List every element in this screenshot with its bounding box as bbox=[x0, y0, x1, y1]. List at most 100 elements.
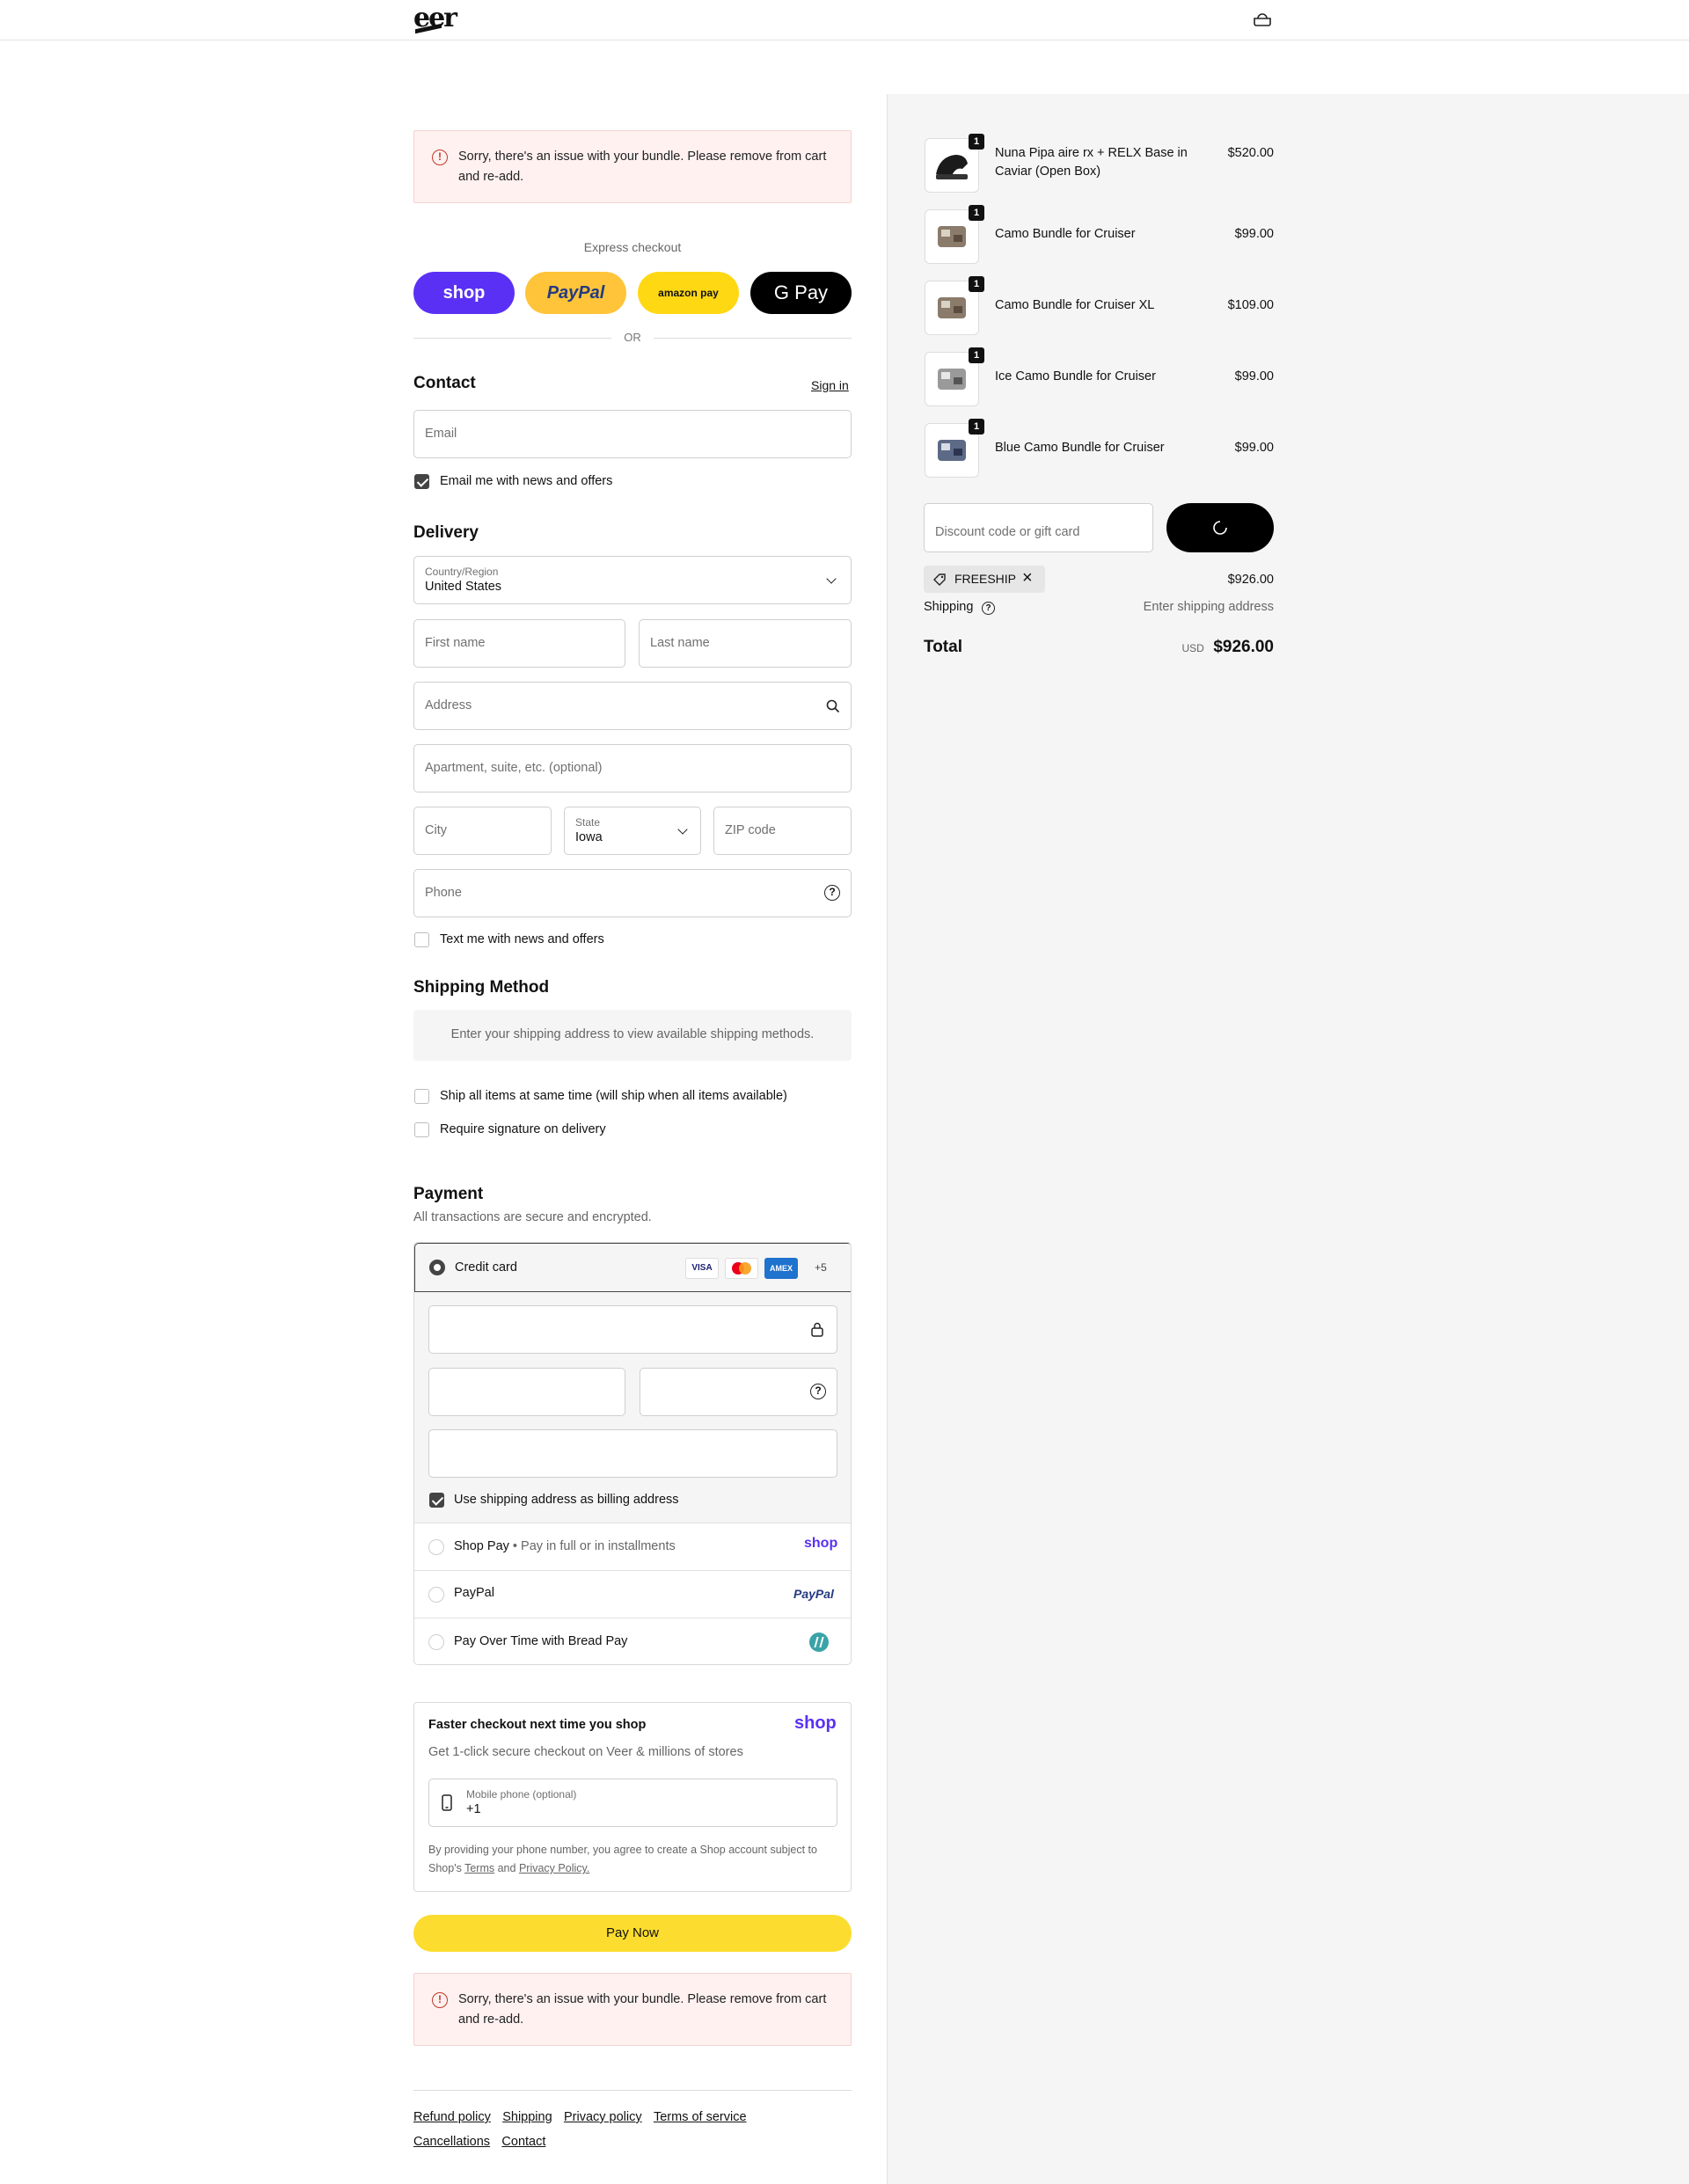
first-name-field[interactable]: First name bbox=[413, 619, 625, 668]
paypal-radio[interactable] bbox=[428, 1587, 444, 1603]
shop-pay-express-button[interactable]: shop bbox=[413, 272, 515, 314]
contact-link[interactable]: Contact bbox=[501, 2135, 545, 2149]
tag-icon bbox=[933, 573, 946, 586]
privacy-policy-link[interactable]: Privacy Policy. bbox=[519, 1862, 589, 1874]
email-field[interactable]: Email bbox=[413, 410, 852, 458]
bread-pay-radio[interactable] bbox=[428, 1634, 444, 1650]
amazon-pay-express-button[interactable]: amazon pay bbox=[638, 272, 739, 314]
shop-logo: shop bbox=[804, 1536, 838, 1551]
apartment-placeholder: Apartment, suite, etc. (optional) bbox=[425, 761, 603, 775]
shipping-method-notice: Enter your shipping address to view avai… bbox=[413, 1010, 852, 1061]
shipping-policy-link[interactable]: Shipping bbox=[502, 2110, 552, 2124]
help-icon[interactable]: ? bbox=[982, 602, 995, 615]
city-placeholder: City bbox=[425, 823, 447, 837]
credit-card-option[interactable]: Credit card VISA AMEX +5 bbox=[414, 1243, 851, 1292]
currency-label: USD bbox=[1181, 642, 1204, 654]
quantity-badge: 1 bbox=[969, 276, 984, 292]
country-select[interactable]: Country/Region United States bbox=[413, 556, 852, 604]
mastercard-icon bbox=[725, 1258, 758, 1279]
state-select[interactable]: State Iowa bbox=[564, 807, 701, 855]
google-pay-express-button[interactable]: G Pay bbox=[750, 272, 852, 314]
expiry-field[interactable] bbox=[428, 1368, 625, 1416]
or-divider-left bbox=[413, 338, 611, 339]
billing-same-label: Use shipping address as billing address bbox=[454, 1493, 679, 1507]
address-placeholder: Address bbox=[425, 698, 472, 712]
ship-all-checkbox[interactable] bbox=[414, 1089, 429, 1104]
terms-link[interactable]: Terms bbox=[464, 1862, 494, 1874]
discount-tag: FREESHIP × bbox=[924, 566, 1045, 593]
last-name-field[interactable]: Last name bbox=[639, 619, 852, 668]
error-alert-bottom: ! Sorry, there's an issue with your bund… bbox=[413, 1973, 852, 2046]
shipping-notice-text: Enter your shipping address to view avai… bbox=[450, 1027, 815, 1041]
help-icon[interactable]: ? bbox=[824, 885, 840, 901]
email-news-checkbox[interactable] bbox=[414, 474, 429, 489]
apartment-field[interactable]: Apartment, suite, etc. (optional) bbox=[413, 744, 852, 793]
discount-code-field[interactable]: Discount code or gift card bbox=[924, 503, 1153, 552]
zip-field[interactable]: ZIP code bbox=[713, 807, 852, 855]
sign-in-link[interactable]: Sign in bbox=[811, 378, 849, 392]
credit-card-radio[interactable] bbox=[429, 1260, 445, 1275]
email-news-label: Email me with news and offers bbox=[440, 474, 613, 488]
shop-logo: shop bbox=[794, 1713, 837, 1733]
gpay-logo-text: G Pay bbox=[773, 281, 829, 303]
remove-discount-icon[interactable]: × bbox=[1022, 568, 1033, 588]
bread-pay-icon bbox=[809, 1633, 829, 1652]
footer-links: Refund policy Shipping Privacy policy Te… bbox=[413, 2105, 852, 2154]
top-bar: eer bbox=[0, 0, 1689, 40]
shop-pay-radio[interactable] bbox=[428, 1539, 444, 1555]
visa-icon: VISA bbox=[685, 1258, 719, 1279]
payment-heading: Payment bbox=[413, 1185, 484, 1203]
paypal-express-button[interactable]: PayPal bbox=[525, 272, 626, 314]
last-name-placeholder: Last name bbox=[650, 636, 710, 650]
shipping-value: Enter shipping address bbox=[1143, 600, 1274, 614]
paypal-label: PayPal bbox=[454, 1586, 494, 1600]
alert-icon: ! bbox=[432, 150, 448, 165]
name-on-card-field[interactable] bbox=[428, 1429, 837, 1478]
alert-text: Sorry, there's an issue with your bundle… bbox=[458, 150, 827, 184]
alert-text: Sorry, there's an issue with your bundle… bbox=[458, 1992, 827, 2027]
email-placeholder: Email bbox=[425, 427, 457, 441]
ship-all-label: Ship all items at same time (will ship w… bbox=[440, 1089, 787, 1103]
signature-checkbox[interactable] bbox=[414, 1122, 429, 1137]
phone-field[interactable]: Phone ? bbox=[413, 869, 852, 917]
paypal-option[interactable]: PayPal PayPal bbox=[414, 1571, 851, 1618]
help-icon[interactable]: ? bbox=[810, 1384, 826, 1399]
subtotal-value: $926.00 bbox=[1227, 573, 1274, 587]
footer-divider bbox=[413, 2090, 852, 2091]
security-code-field[interactable]: ? bbox=[640, 1368, 837, 1416]
zip-placeholder: ZIP code bbox=[725, 823, 776, 837]
search-icon[interactable] bbox=[826, 699, 840, 713]
refund-policy-link[interactable]: Refund policy bbox=[413, 2110, 491, 2124]
shop-pay-option[interactable]: Shop Pay • Pay in full or in installment… bbox=[414, 1523, 851, 1570]
card-number-field[interactable] bbox=[428, 1305, 837, 1354]
quantity-badge: 1 bbox=[969, 419, 984, 435]
quantity-badge: 1 bbox=[969, 205, 984, 221]
billing-same-checkbox[interactable] bbox=[429, 1493, 444, 1508]
cancellations-link[interactable]: Cancellations bbox=[413, 2135, 490, 2149]
amazon-pay-logo-text: amazon pay bbox=[658, 287, 719, 299]
or-label: OR bbox=[624, 331, 641, 344]
item-name: Nuna Pipa aire rx + RELX Base in Caviar … bbox=[995, 146, 1188, 179]
privacy-policy-footer-link[interactable]: Privacy policy bbox=[564, 2110, 642, 2124]
bag-icon[interactable] bbox=[1253, 12, 1272, 26]
bread-pay-option[interactable]: Pay Over Time with Bread Pay bbox=[414, 1618, 851, 1664]
payment-methods: Credit card VISA AMEX +5 ? Use shipping … bbox=[413, 1242, 852, 1665]
shipping-label: Shipping bbox=[924, 600, 974, 614]
text-news-checkbox[interactable] bbox=[414, 932, 429, 947]
item-price: $99.00 bbox=[1234, 441, 1274, 455]
bread-pay-label: Pay Over Time with Bread Pay bbox=[454, 1634, 628, 1648]
mobile-phone-field[interactable]: Mobile phone (optional) +1 bbox=[428, 1779, 837, 1827]
apply-discount-button[interactable] bbox=[1166, 503, 1274, 552]
item-price: $99.00 bbox=[1234, 369, 1274, 383]
chevron-down-icon bbox=[826, 573, 837, 584]
address-field[interactable]: Address bbox=[413, 682, 852, 730]
city-field[interactable]: City bbox=[413, 807, 552, 855]
state-value: Iowa bbox=[575, 830, 603, 844]
payment-subtitle: All transactions are secure and encrypte… bbox=[413, 1210, 652, 1224]
paypal-logo: PayPal bbox=[793, 1587, 834, 1601]
shop-legal-text: By providing your phone number, you agre… bbox=[428, 1841, 837, 1878]
discount-code: FREESHIP bbox=[954, 572, 1017, 586]
phone-icon bbox=[442, 1794, 452, 1811]
terms-of-service-link[interactable]: Terms of service bbox=[654, 2110, 747, 2124]
pay-now-button[interactable]: Pay Now bbox=[413, 1915, 852, 1952]
